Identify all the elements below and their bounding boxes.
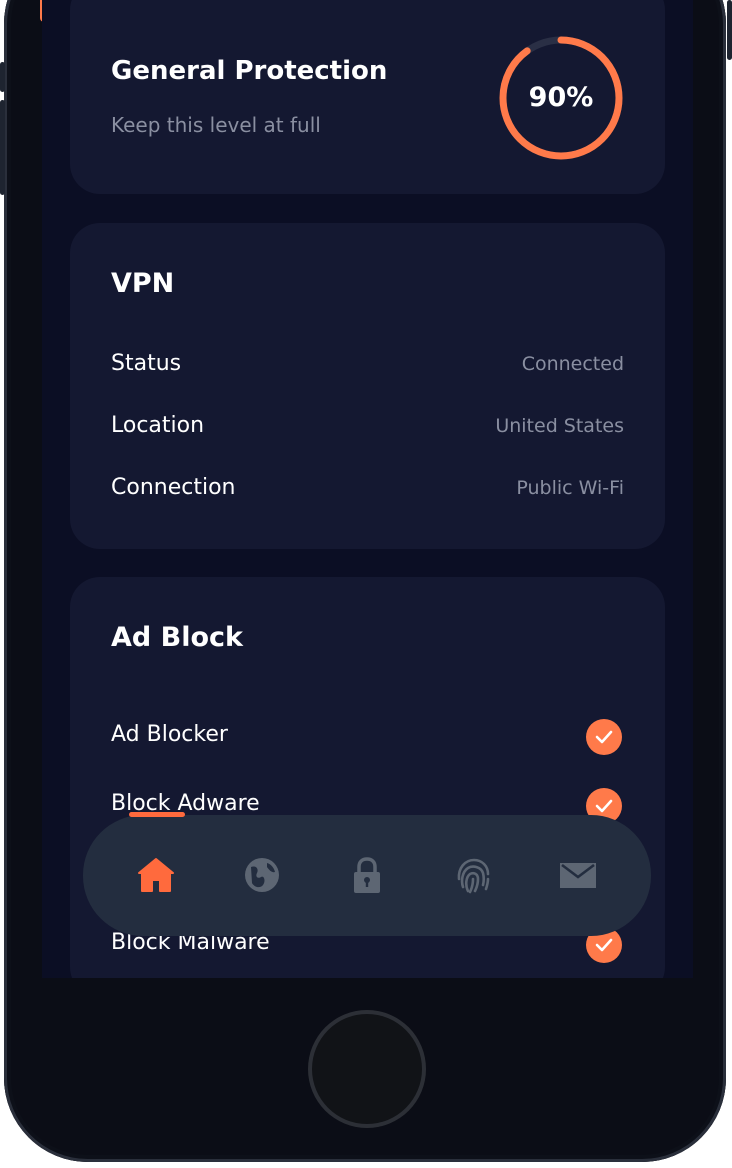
app-screen: General Protection Keep this level at fu…	[42, 0, 693, 978]
lock-icon	[354, 857, 380, 893]
vpn-row-label: Connection	[111, 475, 236, 500]
general-protection-card[interactable]: General Protection Keep this level at fu…	[70, 0, 665, 194]
vpn-row-value: Connected	[521, 353, 624, 375]
fingerprint-icon	[457, 858, 490, 894]
general-protection-subtitle: Keep this level at full	[111, 113, 321, 137]
general-protection-title: General Protection	[111, 56, 388, 86]
bottom-nav	[83, 812, 651, 936]
nav-fingerprint[interactable]	[445, 847, 501, 903]
checkmark-icon	[595, 799, 613, 813]
nav-lock[interactable]	[339, 847, 395, 903]
ad-block-title: Ad Block	[111, 622, 243, 653]
nav-mail[interactable]	[550, 847, 606, 903]
nav-globe[interactable]	[234, 847, 290, 903]
vpn-title: VPN	[111, 268, 175, 299]
globe-icon	[245, 858, 279, 892]
nav-home[interactable]	[128, 847, 184, 903]
checkmark-icon	[595, 730, 613, 744]
home-icon	[138, 858, 174, 892]
vpn-row-value: Public Wi-Fi	[516, 477, 624, 499]
vpn-row-status: Status Connected	[111, 351, 624, 385]
active-tab-indicator	[129, 812, 185, 817]
ad-blocker-row[interactable]: Ad Blocker	[111, 719, 624, 755]
side-button	[0, 100, 5, 195]
home-button[interactable]	[308, 1010, 426, 1128]
ad-blocker-label: Ad Blocker	[111, 722, 228, 747]
vpn-row-label: Status	[111, 351, 182, 376]
side-button	[727, 0, 732, 60]
protection-percent: 90%	[528, 82, 594, 113]
side-button	[0, 62, 5, 92]
protection-progress-ring: 90%	[498, 35, 624, 161]
mail-icon	[560, 863, 596, 888]
vpn-row-label: Location	[111, 413, 205, 438]
checkmark-icon	[595, 938, 613, 952]
ad-blocker-checkbox[interactable]	[586, 719, 622, 755]
vpn-row-connection: Connection Public Wi-Fi	[111, 475, 624, 509]
vpn-row-location: Location United States	[111, 413, 624, 447]
vpn-row-value: United States	[495, 415, 624, 437]
vpn-card[interactable]: VPN Status Connected Location United Sta…	[70, 223, 665, 549]
